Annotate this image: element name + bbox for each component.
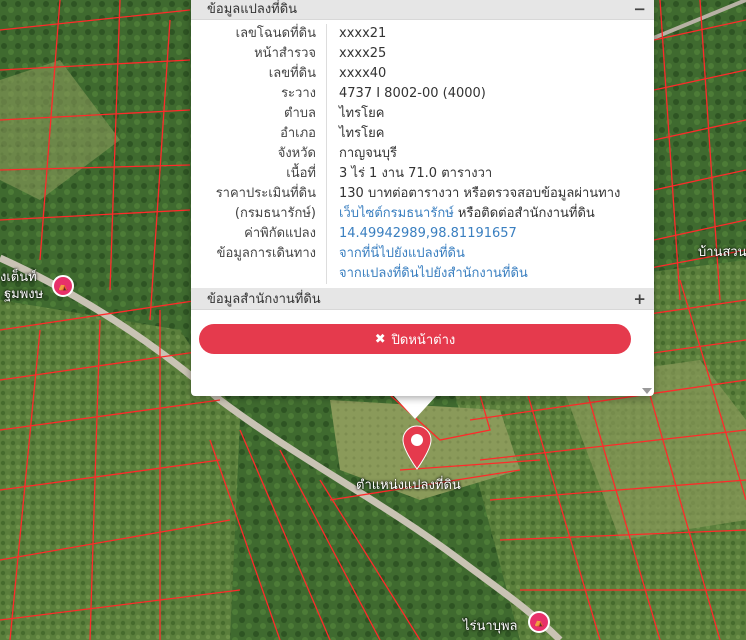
parcel-info-popup: ข้อมูลแปลงที่ดิน − เลขโฉนดที่ดิน xxxx21 ห…	[191, 0, 654, 396]
detail-label: จังหวัด	[191, 144, 327, 164]
tent-icon[interactable]: ⛺	[52, 275, 74, 297]
detail-row-area: เนื้อที่ 3 ไร่ 1 งาน 71.0 ตารางวา	[191, 164, 654, 184]
detail-row-deed: เลขโฉนดที่ดิน xxxx21	[191, 24, 654, 44]
detail-label: (กรมธนารักษ์)	[191, 204, 327, 224]
poi-icon-bottom[interactable]: ⛺	[528, 611, 550, 633]
detail-label: ราคาประเมินที่ดิน	[191, 184, 327, 204]
detail-row-province: จังหวัด กาญจนบุรี	[191, 144, 654, 164]
coordinates-link[interactable]: 14.49942989,98.81191657	[339, 226, 517, 241]
detail-row-land-no: เลขที่ดิน xxxx40	[191, 64, 654, 84]
detail-value: 4737 I 8002-00 (4000)	[339, 86, 486, 101]
detail-value: เว็บไซต์กรมธนารักษ์ หรือติดต่อสำนักงานที…	[327, 204, 595, 224]
detail-label: ข้อมูลการเดินทาง	[191, 244, 327, 264]
close-icon: ✖	[374, 331, 386, 347]
detail-row-coordinates: ค่าพิกัดแปลง 14.49942989,98.81191657	[191, 224, 654, 244]
place-label-right: บ้านสวน	[698, 245, 746, 260]
detail-label: หน้าสำรวจ	[191, 44, 327, 64]
place-label-left-2: ฐมพงษ	[4, 287, 44, 302]
close-button-label: ปิดหน้าต่าง	[391, 332, 456, 348]
detail-label: เลขที่ดิน	[191, 64, 327, 84]
detail-row-travel-2: จากแปลงที่ดินไปยังสำนักงานที่ดิน	[191, 264, 654, 284]
detail-label	[191, 264, 327, 284]
detail-label: อำเภอ	[191, 124, 327, 144]
directions-to-parcel-link[interactable]: จากที่นี่ไปยังแปลงที่ดิน	[339, 246, 465, 261]
directions-to-office-link[interactable]: จากแปลงที่ดินไปยังสำนักงานที่ดิน	[339, 266, 528, 281]
detail-value: xxxx25	[339, 46, 387, 61]
close-window-button[interactable]: ✖ ปิดหน้าต่าง	[199, 324, 631, 354]
detail-label: เนื้อที่	[191, 164, 327, 184]
parcel-details: เลขโฉนดที่ดิน xxxx21 หน้าสำรวจ xxxx25 เลขท…	[191, 20, 654, 286]
detail-value: 3 ไร่ 1 งาน 71.0 ตารางวา	[339, 166, 493, 181]
treasury-contact-text: หรือติดต่อสำนักงานที่ดิน	[453, 206, 595, 221]
detail-row-price: ราคาประเมินที่ดิน 130 บาทต่อตารางวา หรือต…	[191, 184, 654, 204]
popup-arrow	[393, 395, 437, 419]
detail-value: 14.49942989,98.81191657	[327, 224, 517, 244]
detail-row-treasury: (กรมธนารักษ์) เว็บไซต์กรมธนารักษ์ หรือติ…	[191, 204, 654, 224]
detail-value: ไทรโยค	[339, 126, 385, 141]
section-header-office[interactable]: ข้อมูลสำนักงานที่ดิน +	[191, 288, 654, 310]
detail-label: ตำบล	[191, 104, 327, 124]
detail-label: เลขโฉนดที่ดิน	[191, 24, 327, 44]
section-header-parcel[interactable]: ข้อมูลแปลงที่ดิน −	[191, 0, 654, 20]
section-title-parcel: ข้อมูลแปลงที่ดิน	[207, 2, 298, 17]
detail-value: กาญจนบุรี	[339, 146, 397, 161]
detail-row-sheet: ระวาง 4737 I 8002-00 (4000)	[191, 84, 654, 104]
section-title-office: ข้อมูลสำนักงานที่ดิน	[207, 292, 321, 307]
detail-value: จากที่นี่ไปยังแปลงที่ดิน	[327, 244, 465, 264]
detail-row-subdistrict: ตำบล ไทรโยค	[191, 104, 654, 124]
treasury-website-link[interactable]: เว็บไซต์กรมธนารักษ์	[339, 206, 454, 221]
detail-value: 130 บาทต่อตารางวา หรือตรวจสอบข้อมูลผ่านท…	[339, 186, 621, 201]
detail-row-district: อำเภอ ไทรโยค	[191, 124, 654, 144]
detail-value: ไทรโยค	[339, 106, 385, 121]
scroll-down-arrow-icon[interactable]	[642, 388, 652, 394]
detail-row-travel: ข้อมูลการเดินทาง จากที่นี่ไปยังแปลงที่ดิ…	[191, 244, 654, 264]
detail-value: xxxx21	[339, 26, 387, 41]
place-label-bottom: ไร่นาบุพล	[463, 619, 518, 634]
detail-value: จากแปลงที่ดินไปยังสำนักงานที่ดิน	[327, 264, 528, 284]
detail-label: ค่าพิกัดแปลง	[191, 224, 327, 244]
collapse-icon[interactable]: −	[633, 0, 646, 18]
detail-value: xxxx40	[339, 66, 387, 81]
pin-label: ตำแหน่งแปลงที่ดิน	[356, 478, 461, 493]
detail-label: ระวาง	[191, 84, 327, 104]
expand-icon[interactable]: +	[633, 290, 646, 308]
detail-row-survey: หน้าสำรวจ xxxx25	[191, 44, 654, 64]
